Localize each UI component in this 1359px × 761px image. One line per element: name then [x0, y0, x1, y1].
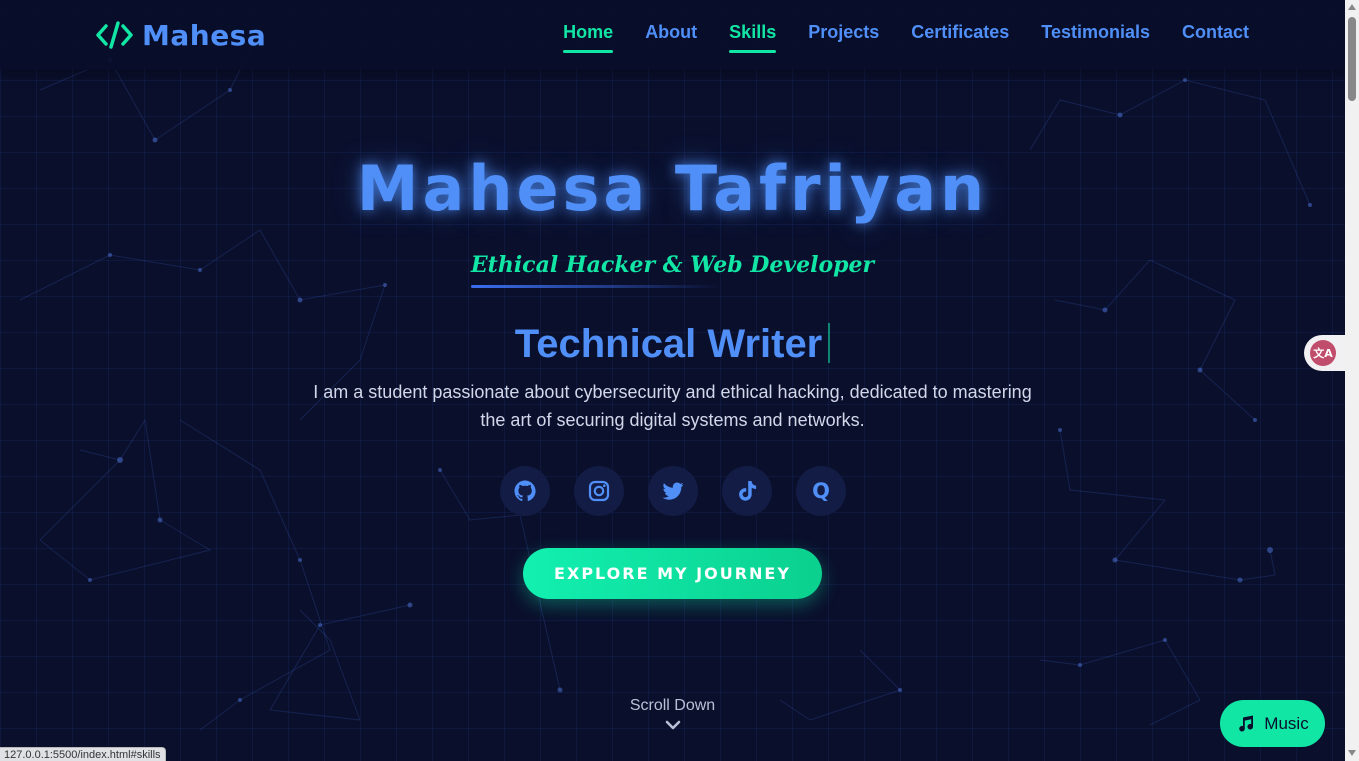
nav-projects[interactable]: Projects [808, 22, 879, 53]
nav-testimonials[interactable]: Testimonials [1041, 22, 1150, 53]
scrollbar-thumb[interactable] [1348, 17, 1356, 101]
hero-name: Mahesa Tafriyan [356, 152, 989, 225]
music-label: Music [1264, 713, 1309, 733]
music-note-icon [1239, 715, 1254, 732]
hero-subtitle-text: Ethical Hacker & Web Developer [470, 252, 875, 278]
instagram-icon [588, 480, 610, 502]
logo-text: Mahesa [142, 18, 267, 52]
hero-subtitle-wrap: Ethical Hacker & Web Developer [0, 252, 1345, 288]
logo[interactable]: Mahesa [96, 17, 266, 53]
twitter-link[interactable] [648, 466, 698, 516]
site-header: Mahesa Home About Skills Projects Certif… [0, 0, 1345, 70]
nav-about[interactable]: About [645, 22, 697, 53]
scroll-up-arrow-icon[interactable] [1348, 4, 1356, 10]
social-links: Q [500, 466, 846, 516]
chevron-down-icon [665, 720, 680, 730]
page: Mahesa Home About Skills Projects Certif… [0, 0, 1359, 761]
tiktok-link[interactable] [722, 466, 772, 516]
status-bar-url: 127.0.0.1:5500/index.html#skills [0, 747, 166, 761]
scroll-down[interactable]: Scroll Down [0, 697, 1345, 735]
music-button[interactable]: Music [1220, 700, 1325, 747]
nav-home[interactable]: Home [563, 22, 614, 53]
typing-caret [828, 323, 831, 363]
tiktok-icon [739, 481, 757, 501]
code-icon [96, 21, 133, 49]
translate-icon: 文A [1310, 340, 1336, 366]
twitter-icon [662, 482, 684, 500]
nav-contact[interactable]: Contact [1182, 22, 1249, 53]
explore-journey-label: EXPLORE MY JOURNEY [554, 564, 791, 583]
nav-certificates[interactable]: Certificates [911, 22, 1009, 53]
subtitle-underline [470, 285, 721, 288]
github-icon [514, 480, 536, 502]
quora-link[interactable]: Q [796, 466, 846, 516]
github-link[interactable] [500, 466, 550, 516]
nav-skills[interactable]: Skills [729, 22, 777, 53]
hero-bio: I am a student passionate about cybersec… [313, 382, 1032, 430]
quora-icon: Q [812, 479, 830, 503]
hero-subtitle: Ethical Hacker & Web Developer [470, 252, 875, 288]
typing-line: Technical Writer [0, 322, 1345, 367]
scroll-down-label: Scroll Down [629, 697, 716, 714]
explore-journey-button[interactable]: EXPLORE MY JOURNEY [523, 548, 822, 599]
scroll-down-arrow-icon[interactable] [1348, 750, 1356, 756]
scrollbar[interactable] [1345, 0, 1359, 761]
main-nav: Home About Skills Projects Certificates … [563, 22, 1249, 53]
typing-text: Technical Writer [514, 322, 823, 366]
instagram-link[interactable] [574, 466, 624, 516]
